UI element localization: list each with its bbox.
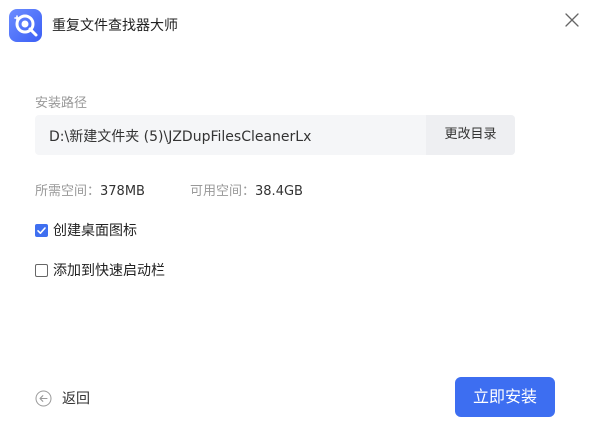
install-path-field[interactable]: D:\新建文件夹 (5)\JZDupFilesCleanerLx 更改目录: [35, 115, 515, 155]
close-icon: [565, 13, 579, 27]
quick-launch-label: 添加到快速启动栏: [53, 263, 165, 279]
desktop-icon-checkbox[interactable]: [35, 223, 48, 237]
space-available-label: 可用空间：: [190, 184, 256, 199]
install-now-button[interactable]: 立即安装: [455, 377, 555, 417]
change-directory-button[interactable]: 更改目录: [426, 115, 515, 155]
space-available: 可用空间：38.4GB: [190, 180, 303, 199]
install-path-label: 安装路径: [35, 96, 88, 111]
quick-launch-option[interactable]: 添加到快速启动栏: [35, 261, 165, 279]
desktop-icon-option[interactable]: 创建桌面图标: [35, 221, 137, 239]
quick-launch-checkbox[interactable]: [35, 263, 48, 277]
install-path-value[interactable]: D:\新建文件夹 (5)\JZDupFilesCleanerLx: [49, 126, 311, 146]
checkmark-icon: [37, 226, 46, 234]
space-available-value: 38.4GB: [255, 184, 303, 199]
space-required: 所需空间：378MB: [35, 180, 145, 199]
app-logo-icon: [9, 9, 42, 42]
back-button[interactable]: 返回: [35, 388, 90, 408]
back-label: 返回: [62, 391, 90, 407]
window-title: 重复文件查找器大师: [52, 18, 178, 34]
title-bar: 重复文件查找器大师: [0, 0, 590, 52]
space-required-label: 所需空间：: [35, 184, 101, 199]
back-arrow-icon: [35, 390, 52, 406]
desktop-icon-label: 创建桌面图标: [53, 223, 137, 239]
space-required-value: 378MB: [100, 184, 145, 199]
close-button[interactable]: [562, 10, 582, 30]
